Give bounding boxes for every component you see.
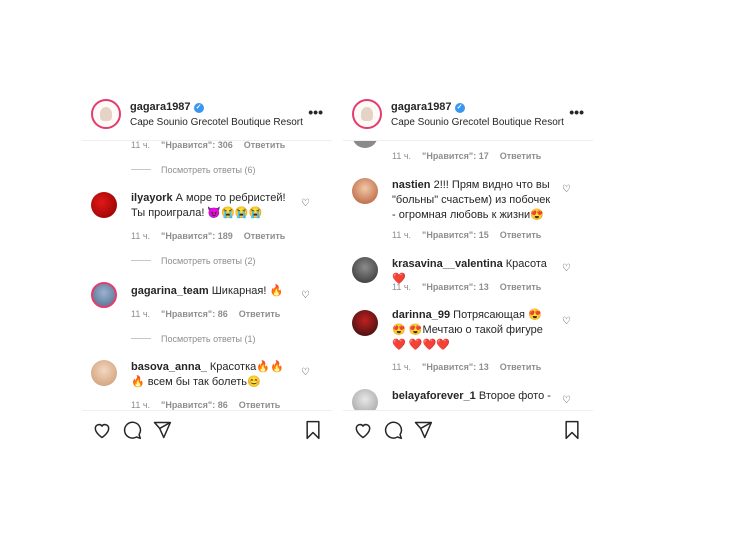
post-action-bar: [82, 410, 332, 450]
comment-avatar[interactable]: [352, 257, 378, 283]
reply-button[interactable]: Ответить: [244, 140, 286, 150]
comment-meta: 11 ч. "Нравится": 189 Ответить: [131, 231, 296, 241]
comment-avatar[interactable]: [91, 192, 117, 218]
bookmark-icon[interactable]: [303, 420, 323, 440]
comment-time: 11 ч.: [392, 282, 412, 292]
reply-button[interactable]: Ответить: [239, 309, 281, 319]
author-avatar[interactable]: [91, 99, 121, 129]
comment-likes[interactable]: "Нравится": 189: [161, 231, 233, 241]
view-replies-button[interactable]: Посмотреть ответы (1): [131, 334, 256, 344]
comment-meta: 11 ч. "Нравится": 86 Ответить: [131, 309, 291, 319]
comments-list[interactable]: 11 ч. "Нравится": 17 Ответить nastien 2!!!…: [343, 140, 593, 410]
view-replies-label[interactable]: Посмотреть ответы (2): [161, 256, 256, 266]
comment-item: gagarina_team Шикарная! 🔥: [131, 284, 291, 299]
comment-icon[interactable]: [122, 420, 142, 440]
reply-button[interactable]: Ответить: [239, 400, 281, 410]
post-header: gagara1987 ✓ Cape Sounio Grecotel Boutiqu…: [82, 90, 332, 141]
more-options-icon[interactable]: •••: [569, 104, 584, 120]
view-replies-button[interactable]: Посмотреть ответы (6): [131, 165, 256, 175]
comment-likes[interactable]: "Нравится": 13: [422, 362, 489, 372]
comment-likes[interactable]: "Нравится": 15: [422, 230, 489, 240]
comment-likes[interactable]: "Нравится": 13: [422, 282, 489, 292]
heart-icon[interactable]: [92, 420, 112, 440]
comment-icon[interactable]: [383, 420, 403, 440]
comment-item: ilyayork А море то ребристей! Ты проигра…: [131, 191, 291, 221]
share-icon[interactable]: [413, 420, 433, 440]
comment-avatar[interactable]: [352, 389, 378, 410]
comment-meta: 11 ч. "Нравится": 13 Ответить: [392, 362, 552, 372]
comment-item: belayaforever_1 Второе фото -: [392, 389, 552, 404]
post-panel-right: gagara1987 ✓ Cape Sounio Grecotel Boutiqu…: [343, 90, 593, 450]
reply-button[interactable]: Ответить: [500, 151, 542, 161]
comment-avatar[interactable]: [352, 310, 378, 336]
replies-divider: [131, 169, 151, 170]
more-options-icon[interactable]: •••: [308, 104, 323, 120]
comments-list[interactable]: 11 ч. "Нравится": 306 Ответить Посмотреть …: [82, 140, 332, 410]
comment-time: 11 ч.: [131, 140, 151, 150]
replies-divider: [131, 260, 151, 261]
comment-item: darinna_99 Потрясающая 😍😍 😍Мечтаю о тако…: [392, 308, 552, 353]
comment-text: Второе фото -: [478, 390, 551, 402]
author-username[interactable]: gagara1987: [391, 101, 452, 113]
comment-avatar[interactable]: [91, 282, 117, 308]
post-action-bar: [343, 410, 593, 450]
view-replies-label[interactable]: Посмотреть ответы (1): [161, 334, 256, 344]
comment-likes[interactable]: "Нравится": 86: [161, 400, 228, 410]
comment-username[interactable]: basova_anna_: [131, 361, 207, 373]
reply-button[interactable]: Ответить: [500, 282, 542, 292]
heart-icon[interactable]: [353, 420, 373, 440]
post-header: gagara1987 ✓ Cape Sounio Grecotel Boutiqu…: [343, 90, 593, 141]
comment-text: Шикарная! 🔥: [211, 285, 284, 297]
comment-time: 11 ч.: [131, 309, 151, 319]
like-comment-icon[interactable]: ♡: [562, 395, 571, 406]
comment-likes[interactable]: "Нравится": 17: [422, 151, 489, 161]
comment-likes[interactable]: "Нравится": 306: [161, 140, 233, 150]
author-username[interactable]: gagara1987: [130, 101, 191, 113]
like-comment-icon[interactable]: ♡: [301, 290, 310, 301]
comment-time: 11 ч.: [392, 230, 412, 240]
verified-badge-icon: ✓: [193, 103, 204, 113]
bookmark-icon[interactable]: [562, 420, 582, 440]
like-comment-icon[interactable]: ♡: [562, 263, 571, 274]
comment-username[interactable]: darinna_99: [392, 309, 450, 321]
comment-meta: 11 ч. "Нравится": 17 Ответить: [392, 151, 552, 161]
comment-avatar[interactable]: [91, 360, 117, 386]
comment-item: basova_anna_ Красотка🔥🔥🔥 всем бы так бол…: [131, 360, 291, 390]
reply-button[interactable]: Ответить: [244, 231, 286, 241]
comment-username[interactable]: krasavina__valentina: [392, 258, 503, 270]
verified-badge-icon: ✓: [454, 103, 465, 113]
like-comment-icon[interactable]: ♡: [562, 316, 571, 327]
comment-item: nastien 2!!! Прям видно что вы "больны" …: [392, 178, 552, 223]
post-location[interactable]: Cape Sounio Grecotel Boutique Resort: [391, 117, 564, 128]
comment-avatar[interactable]: [352, 178, 378, 204]
comment-time: 11 ч.: [392, 362, 412, 372]
comment-meta: 11 ч. "Нравится": 306 Ответить: [131, 140, 296, 150]
comment-username[interactable]: ilyayork: [131, 192, 173, 204]
comment-time: 11 ч.: [131, 231, 151, 241]
like-comment-icon[interactable]: ♡: [301, 198, 310, 209]
comment-avatar[interactable]: [352, 140, 378, 148]
like-comment-icon[interactable]: ♡: [301, 367, 310, 378]
reply-button[interactable]: Ответить: [500, 362, 542, 372]
like-comment-icon[interactable]: ♡: [562, 184, 571, 195]
comment-username[interactable]: gagarina_team: [131, 285, 209, 297]
post-panel-left: gagara1987 ✓ Cape Sounio Grecotel Boutiqu…: [82, 90, 332, 450]
comment-username[interactable]: belayaforever_1: [392, 390, 476, 402]
view-replies-label[interactable]: Посмотреть ответы (6): [161, 165, 256, 175]
reply-button[interactable]: Ответить: [500, 230, 542, 240]
comment-meta: 11 ч. "Нравится": 86 Ответить: [131, 400, 291, 410]
comment-meta: 11 ч. "Нравится": 13 Ответить: [392, 282, 552, 292]
post-location[interactable]: Cape Sounio Grecotel Boutique Resort: [130, 117, 303, 128]
comment-time: 11 ч.: [392, 151, 412, 161]
view-replies-button[interactable]: Посмотреть ответы (2): [131, 256, 256, 266]
comment-username[interactable]: nastien: [392, 179, 431, 191]
share-icon[interactable]: [152, 420, 172, 440]
author-avatar[interactable]: [352, 99, 382, 129]
replies-divider: [131, 338, 151, 339]
comment-likes[interactable]: "Нравится": 86: [161, 309, 228, 319]
comment-time: 11 ч.: [131, 400, 151, 410]
comment-meta: 11 ч. "Нравится": 15 Ответить: [392, 230, 552, 240]
